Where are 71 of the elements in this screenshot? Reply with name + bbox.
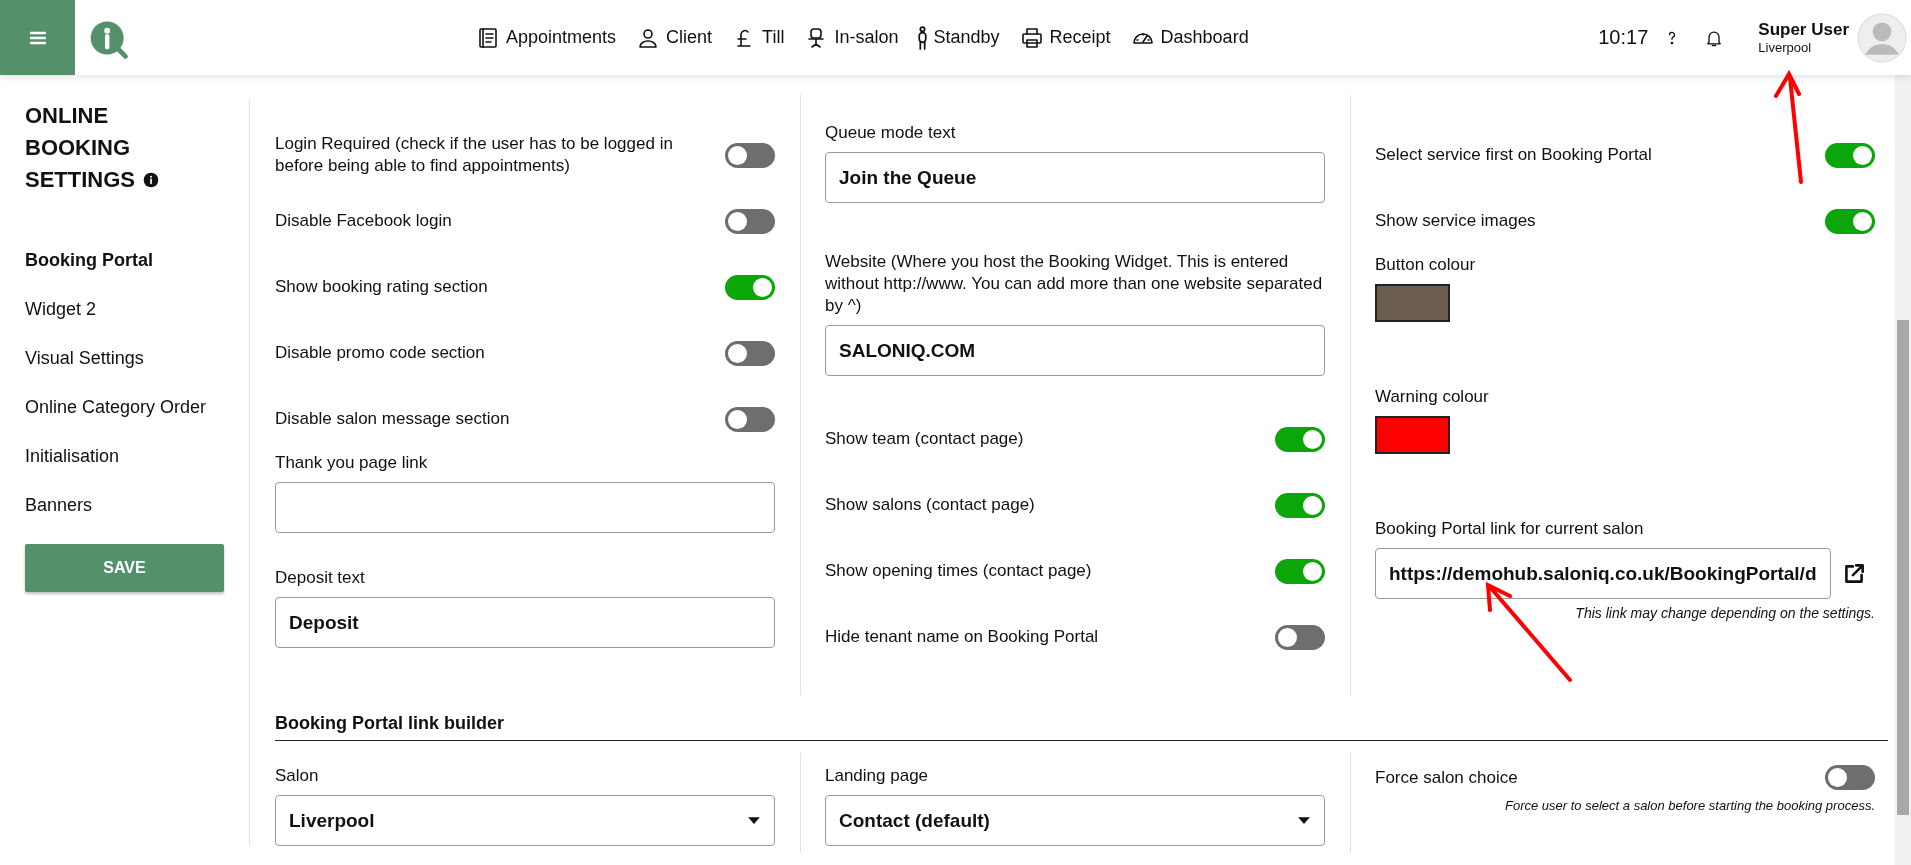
section-heading: Booking Portal link builder [275,713,1888,741]
field-label: Thank you page link [275,452,429,474]
toggle-label: Login Required (check if the user has to be logged in before being able to find appointments) [275,133,674,177]
standing-person-icon [918,25,928,50]
field-label: Booking Portal link for current salon [1375,518,1645,540]
toggle-switch[interactable] [725,142,775,168]
sidebar-item[interactable]: Banners [25,481,93,530]
nav-link[interactable]: Receipt [1019,25,1111,50]
toggle-switch[interactable] [1825,765,1875,790]
toggle-label: Disable Facebook login [275,210,452,232]
page-title: ONLINE BOOKING SETTINGS [25,102,135,194]
toggle-switch[interactable] [1275,558,1325,584]
sidebar-item[interactable]: Widget 2 [25,285,97,334]
toggle-switch[interactable] [1275,492,1325,518]
toggle-label: Show team (contact page) [825,428,1024,450]
avatar-icon [1857,12,1907,63]
colour-swatch[interactable] [1375,416,1450,454]
field-label: Warning colour [1375,386,1490,408]
user-location: Liverpool [1758,40,1813,55]
toggle-label: Hide tenant name on Booking Portal [825,626,1099,648]
info-icon [143,172,159,188]
toggle-switch[interactable] [1275,426,1325,452]
nav-link[interactable]: Standby [918,25,1000,50]
toggle-label: Force salon choice [1375,766,1518,789]
user-name: Super User [1758,20,1849,40]
nav-link[interactable]: Till [732,25,785,50]
select-dropdown[interactable]: Contact (default) [825,795,1325,846]
nav-link[interactable]: Client [636,25,713,50]
colour-swatch[interactable] [1375,284,1450,322]
text-field[interactable] [275,482,775,533]
sidebar-item[interactable]: Booking Portal [25,236,153,285]
field-label: Queue mode text [825,122,957,144]
field-label: Salon [275,765,320,787]
text-field[interactable]: Join the Queue [825,152,1325,203]
sidebar-item[interactable]: Initialisation [25,432,120,481]
printer-icon [1019,25,1044,50]
save-button[interactable]: SAVE [25,544,224,592]
field-label: Landing page [825,765,930,787]
toggle-label: Show service images [1375,210,1536,232]
clock-time: 10:17 [1598,26,1649,49]
toggle-label: Disable salon message section [275,408,510,430]
book-icon [476,25,500,50]
toggle-switch[interactable] [1275,624,1325,650]
nav-link[interactable]: Dashboard [1130,25,1249,50]
scrollbar[interactable] [1895,75,1911,865]
hint-text: Force user to select a salon before starting the booking process. [1504,798,1875,813]
toggle-switch[interactable] [1825,142,1875,168]
link-field[interactable]: https://demohub.saloniq.co.uk/BookingPortal/d [1375,548,1831,599]
toggle-switch[interactable] [1825,208,1875,234]
field-label: Website (Where you host the Booking Widget. This is entered without http://www. You can add more than one website separated by ^) [825,251,1324,317]
text-field[interactable]: SALONIQ.COM [825,325,1325,376]
toggle-label: Show salons (contact page) [825,494,1035,516]
toggle-switch[interactable] [725,406,775,432]
nav-link[interactable]: Appointments [476,25,617,50]
caret-icon [1297,816,1311,825]
toggle-switch[interactable] [725,274,775,300]
sidebar-item[interactable]: Online Category Order [25,383,207,432]
nav-link[interactable]: In-salon [804,25,899,50]
field-label: Button colour [1375,254,1477,276]
sidebar-item[interactable]: Visual Settings [25,334,144,383]
field-label: Deposit text [275,567,366,589]
toggle-label: Select service first on Booking Portal [1375,144,1652,166]
toggle-label: Disable promo code section [275,342,485,364]
toggle-label: Show booking rating section [275,276,488,298]
toggle-switch[interactable] [725,340,775,366]
text-field[interactable]: Deposit [275,597,775,648]
caret-icon [747,816,761,825]
hint-text: This link may change depending on the settings. [1574,605,1875,621]
toggle-switch[interactable] [725,208,775,234]
toggle-label: Show opening times (contact page) [825,560,1092,582]
select-dropdown[interactable]: Liverpool [275,795,775,846]
